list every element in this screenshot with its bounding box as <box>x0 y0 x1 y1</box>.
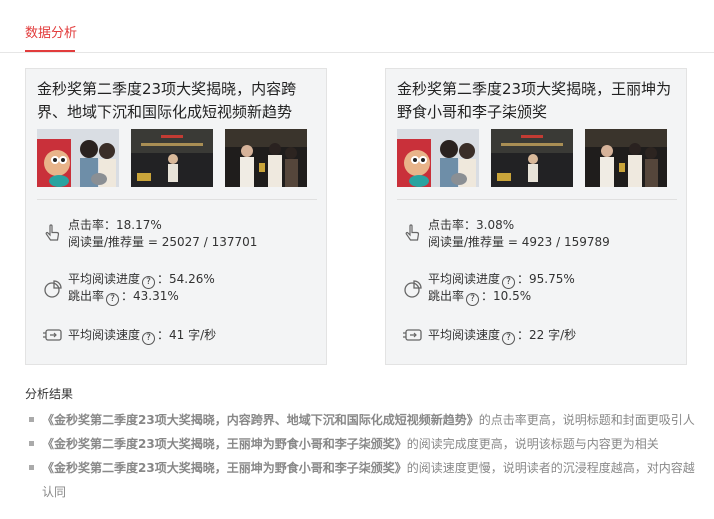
read-recommend-text: 阅读量/推荐量 = 4923 / 159789 <box>428 235 610 249</box>
click-rate-text: 点击率：3.08% <box>428 218 515 232</box>
analysis-text: 的点击率更高，说明标题和封面更吸引人 <box>478 413 695 427</box>
card-divider <box>37 199 317 200</box>
bullet-icon <box>29 465 34 470</box>
avg-progress-label: 平均阅读进度 <box>68 272 141 286</box>
list-item: 《金秒奖第二季度23项大奖揭晓，王丽坤为野食小哥和李子柒颁奖》的阅读完成度更高，… <box>27 432 697 456</box>
analysis-results-list: 《金秒奖第二季度23项大奖揭晓，内容跨界、地域下沉和国际化成短视频新趋势》的点击… <box>27 408 697 504</box>
avg-progress-text: 平均阅读进度? ：95.75% <box>428 271 575 289</box>
card-divider <box>397 199 677 200</box>
read-recommend-text: 阅读量/推荐量 = 25027 / 137701 <box>68 235 258 249</box>
tab-bar: 数据分析 <box>0 0 714 53</box>
active-tab-indicator <box>25 50 75 52</box>
list-item: 《金秒奖第二季度23项大奖揭晓，内容跨界、地域下沉和国际化成短视频新趋势》的点击… <box>27 408 697 432</box>
avg-speed-text: 平均阅读速度? ：22 字/秒 <box>428 327 576 345</box>
help-icon[interactable]: ? <box>502 332 516 345</box>
thumbnail-image-3 <box>225 129 307 187</box>
click-hand-icon <box>405 224 420 241</box>
article-title[interactable]: 金秒奖第二季度23项大奖揭晓，内容跨界、地域下沉和国际化成短视频新趋势 <box>37 78 317 124</box>
article-card-2: 金秒奖第二季度23项大奖揭晓，王丽坤为野食小哥和李子柒颁奖 点击率：3.08% … <box>385 68 687 365</box>
bounce-rate-text: 跳出率? ：43.31% <box>68 288 179 306</box>
thumbnail-image-1 <box>37 129 119 187</box>
article-title-ref: 《金秒奖第二季度23项大奖揭晓，内容跨界、地域下沉和国际化成短视频新趋势》 <box>42 413 479 427</box>
bounce-rate-label: 跳出率 <box>428 289 465 303</box>
help-icon[interactable]: ? <box>106 293 120 306</box>
article-title-ref: 《金秒奖第二季度23项大奖揭晓，王丽坤为野食小哥和李子柒颁奖》 <box>42 437 407 451</box>
thumbnail-image-2 <box>491 129 573 187</box>
thumbnail-image-3 <box>585 129 667 187</box>
thumbnail-image-2 <box>131 129 213 187</box>
avg-progress-label: 平均阅读进度 <box>428 272 501 286</box>
list-item: 《金秒奖第二季度23项大奖揭晓，王丽坤为野食小哥和李子柒颁奖》的阅读速度更慢，说… <box>27 456 697 504</box>
thumbnail-image-1 <box>397 129 479 187</box>
avg-speed-value: ：22 字/秒 <box>517 328 577 342</box>
tab-data-analysis[interactable]: 数据分析 <box>25 22 77 41</box>
analysis-text: 的阅读完成度更高，说明该标题与内容更为相关 <box>406 437 659 451</box>
bounce-rate-text: 跳出率? ：10.5% <box>428 288 531 306</box>
avg-progress-value: ：95.75% <box>517 272 575 286</box>
pie-chart-icon <box>404 280 422 298</box>
bounce-rate-label: 跳出率 <box>68 289 105 303</box>
analysis-section-title: 分析结果 <box>25 387 74 401</box>
reading-speed-icon <box>43 329 62 341</box>
reading-speed-icon <box>403 329 422 341</box>
avg-speed-value: ：41 字/秒 <box>157 328 217 342</box>
help-icon[interactable]: ? <box>466 293 480 306</box>
bounce-rate-value: ：43.31% <box>121 289 179 303</box>
article-title-ref: 《金秒奖第二季度23项大奖揭晓，王丽坤为野食小哥和李子柒颁奖》 <box>42 461 407 475</box>
help-icon[interactable]: ? <box>142 332 156 345</box>
click-rate-text: 点击率：18.17% <box>68 218 162 232</box>
bounce-rate-value: ：10.5% <box>481 289 532 303</box>
avg-speed-text: 平均阅读速度? ：41 字/秒 <box>68 327 216 345</box>
avg-progress-text: 平均阅读进度? ：54.26% <box>68 271 215 289</box>
article-card-1: 金秒奖第二季度23项大奖揭晓，内容跨界、地域下沉和国际化成短视频新趋势 点击率：… <box>25 68 327 365</box>
bullet-icon <box>29 417 34 422</box>
avg-speed-label: 平均阅读速度 <box>428 328 501 342</box>
pie-chart-icon <box>44 280 62 298</box>
article-title[interactable]: 金秒奖第二季度23项大奖揭晓，王丽坤为野食小哥和李子柒颁奖 <box>397 78 677 124</box>
avg-speed-label: 平均阅读速度 <box>68 328 141 342</box>
bullet-icon <box>29 441 34 446</box>
avg-progress-value: ：54.26% <box>157 272 215 286</box>
click-hand-icon <box>45 224 60 241</box>
